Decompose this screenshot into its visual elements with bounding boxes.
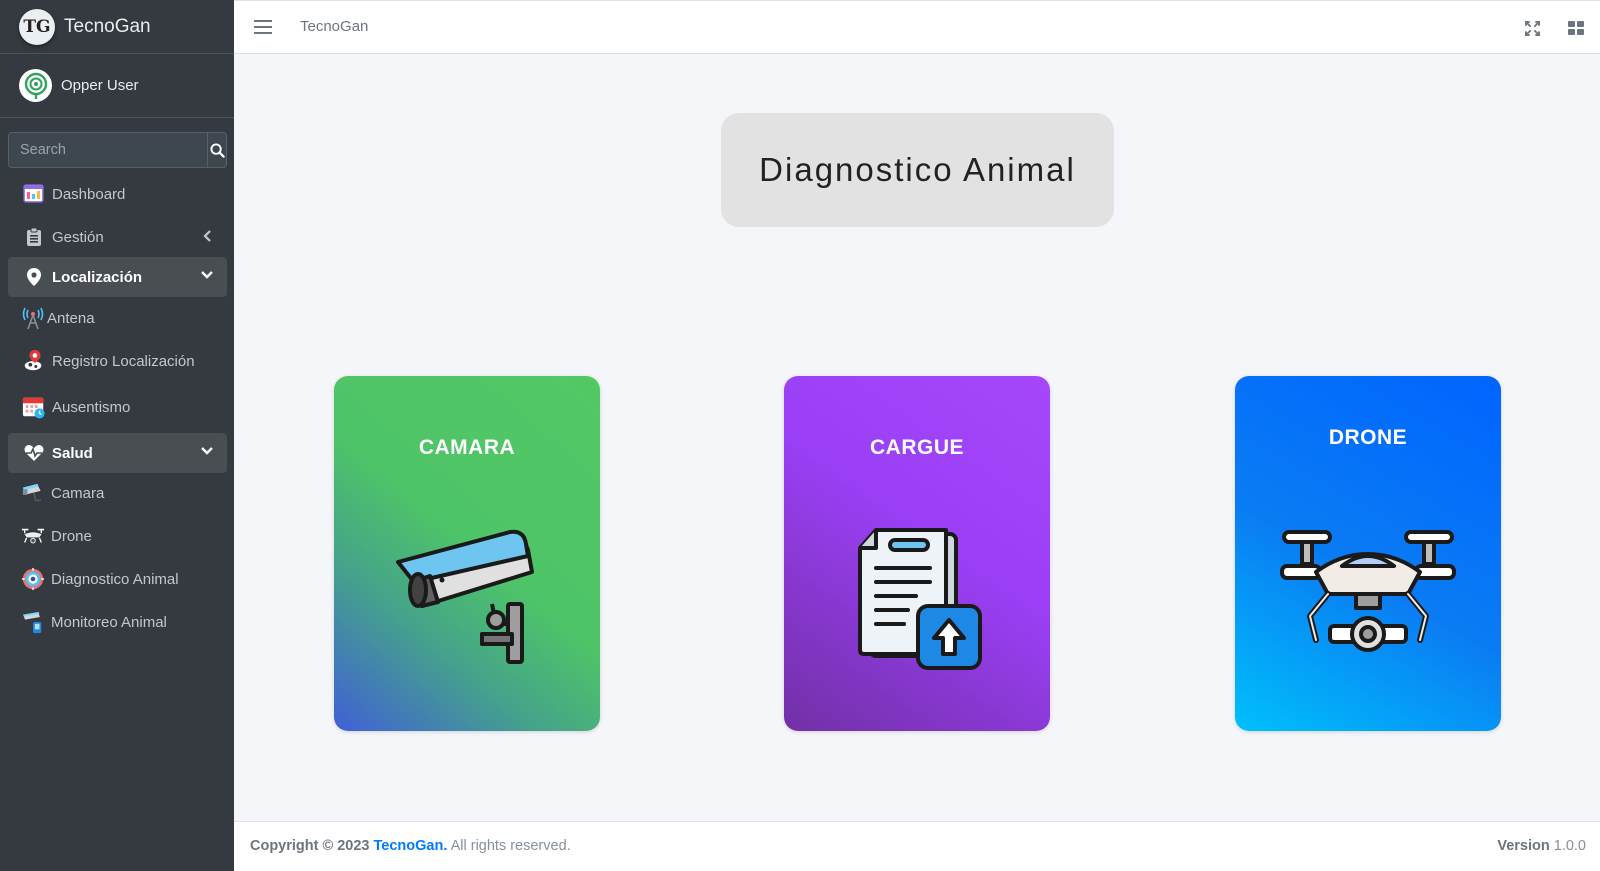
sidebar-item-gestion[interactable]: Gestión — [8, 217, 227, 257]
sidebar-item-camara[interactable]: Camara — [8, 473, 227, 513]
sidebar-item-label: Diagnostico Animal — [51, 570, 179, 588]
sidebar-item-diagnostico-animal[interactable]: Diagnostico Animal — [8, 559, 227, 599]
control-sidebar-icon[interactable] — [1566, 18, 1586, 38]
sidebar-item-registro-localizacion[interactable]: Registro Localización — [8, 341, 227, 381]
page-title: Diagnostico Animal — [759, 151, 1076, 188]
footer: Copyright © 2023 TecnoGan. All rights re… — [234, 821, 1600, 871]
sidebar-item-label: Gestión — [52, 228, 104, 246]
document-upload-icon — [858, 528, 982, 670]
security-camera-icon — [396, 529, 534, 664]
top-navbar: TecnoGan — [234, 0, 1600, 54]
dashboard-icon — [22, 182, 46, 206]
heartbeat-icon — [22, 441, 46, 465]
version-number: 1.0.0 — [1553, 838, 1586, 854]
brand-name: TecnoGan — [64, 15, 151, 37]
page-title-box: Diagnostico Animal — [721, 113, 1114, 227]
sidebar-item-label: Antena — [47, 309, 95, 327]
map-marker-icon — [22, 265, 46, 289]
sidebar-item-label: Ausentismo — [52, 398, 131, 416]
sidebar-item-label: Dashboard — [52, 185, 126, 203]
menu-toggle-icon[interactable] — [254, 18, 272, 36]
sidebar-item-localizacion[interactable]: Localización — [8, 257, 227, 297]
user-name[interactable]: Opper User — [61, 77, 139, 94]
copyright-text: Copyright © 2023 — [250, 838, 370, 854]
version-label: Version — [1497, 838, 1550, 854]
card-title: DRONE — [1328, 426, 1408, 449]
company-link[interactable]: TecnoGan. — [374, 838, 448, 854]
search-input[interactable] — [8, 132, 207, 168]
rights-text: All rights reserved. — [450, 838, 571, 854]
search-icon — [209, 142, 225, 158]
sidebar-search — [8, 132, 227, 168]
avatar — [19, 69, 52, 102]
fullscreen-icon[interactable] — [1522, 18, 1542, 38]
sidebar-item-label: Monitoreo Animal — [51, 613, 167, 631]
version: Version 1.0.0 — [1497, 838, 1586, 854]
security-camera-icon — [21, 481, 45, 505]
sidebar-item-label: Registro Localización — [52, 352, 195, 370]
card-title: CARGUE — [869, 436, 964, 459]
camara-card[interactable]: CAMARA — [334, 376, 600, 731]
chevron-down-icon — [201, 271, 213, 279]
cow-location-icon — [22, 349, 46, 373]
card-title: CAMARA — [418, 436, 516, 459]
antenna-icon — [21, 306, 45, 330]
breadcrumb[interactable]: TecnoGan — [300, 18, 368, 35]
sidebar-item-label: Salud — [52, 444, 93, 462]
clipboard-icon — [22, 225, 46, 249]
chevron-left-icon — [203, 230, 211, 242]
drone-icon — [21, 524, 45, 548]
copyright: Copyright © 2023 TecnoGan. All rights re… — [250, 838, 571, 854]
calendar-icon — [22, 395, 46, 419]
sidebar-item-dashboard[interactable]: Dashboard — [8, 174, 227, 214]
monitor-icon — [21, 610, 45, 634]
user-logo-icon — [24, 72, 47, 99]
brand-logo: TG — [19, 8, 55, 45]
sidebar: TG TecnoGan Opper User Dashboard — [0, 0, 234, 871]
sidebar-item-ausentismo[interactable]: Ausentismo — [8, 387, 227, 427]
drone-card[interactable]: DRONE — [1235, 376, 1501, 731]
search-button[interactable] — [207, 132, 227, 168]
cargue-card[interactable]: CARGUE — [784, 376, 1050, 731]
drone-icon — [1280, 530, 1456, 652]
sidebar-item-label: Localización — [52, 268, 143, 286]
diagnostic-icon — [21, 567, 45, 591]
sidebar-item-salud[interactable]: Salud — [8, 433, 227, 473]
sidebar-item-label: Drone — [51, 527, 92, 545]
sidebar-item-antena[interactable]: Antena — [8, 298, 227, 338]
sidebar-item-label: Camara — [51, 484, 105, 502]
sidebar-item-drone[interactable]: Drone — [8, 516, 227, 556]
brand-link[interactable]: TG TecnoGan — [0, 0, 234, 54]
chevron-down-icon — [201, 447, 213, 455]
sidebar-item-monitoreo-animal[interactable]: Monitoreo Animal — [8, 602, 227, 642]
user-panel[interactable]: Opper User — [0, 54, 234, 118]
